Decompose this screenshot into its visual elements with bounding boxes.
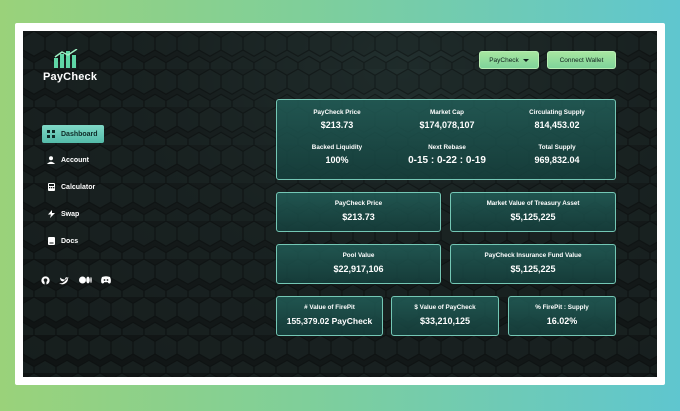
- card-value: $5,125,225: [510, 212, 556, 222]
- card-label: % FirePit : Supply: [535, 304, 589, 311]
- stat-label: PayCheck Price: [313, 109, 361, 116]
- sidebar-item-account[interactable]: Account: [42, 151, 95, 169]
- stat-value: $174,078,107: [419, 120, 475, 130]
- overview-panel: PayCheck Price $213.73 Market Cap $174,0…: [276, 99, 616, 180]
- brand-name: PayCheck: [43, 71, 98, 83]
- paycheck-dropdown-label: PayCheck: [489, 56, 519, 64]
- calculator-icon: [47, 183, 55, 191]
- twitter-icon[interactable]: [59, 275, 69, 285]
- sidebar-item-label: Swap: [61, 210, 80, 218]
- discord-icon[interactable]: [101, 275, 111, 285]
- card-value: $33,210,125: [419, 316, 471, 326]
- card-label: # Value of FirePit: [304, 304, 355, 311]
- next-rebase-countdown: 0-15 : 0-22 : 0-19: [408, 155, 486, 166]
- card-treasury-value: Market Value of Treasury Asset $5,125,22…: [450, 192, 616, 232]
- card-content: PayCheck Insurance Fund Value $5,125,225: [451, 252, 615, 274]
- sidebar-item-label: Calculator: [61, 183, 96, 191]
- stat-value: 100%: [325, 155, 349, 165]
- stat-next-rebase: Next Rebase 0-15 : 0-22 : 0-19: [392, 144, 502, 166]
- card-value: $5,125,225: [510, 264, 556, 274]
- card-content: # Value of FirePit 155,379.02 PayCheck: [277, 304, 382, 326]
- stat-value: 814,453.02: [534, 120, 580, 130]
- sidebar-item-label: Docs: [61, 237, 79, 245]
- sidebar-item-swap[interactable]: Swap: [42, 205, 85, 223]
- card-paycheck-price: PayCheck Price $213.73: [276, 192, 441, 232]
- stat-paycheck-price: PayCheck Price $213.73: [287, 109, 387, 130]
- sidebar-item-calculator[interactable]: Calculator: [42, 178, 101, 196]
- sidebar-item-label: Dashboard: [61, 130, 98, 138]
- sidebar-item-dashboard[interactable]: Dashboard: [42, 125, 104, 143]
- sidebar-item-docs[interactable]: Docs: [42, 232, 84, 250]
- stat-value: 969,832.04: [534, 155, 580, 165]
- user-icon: [47, 156, 55, 164]
- card-content: PayCheck Price $213.73: [277, 200, 440, 222]
- dashboard-icon: [47, 130, 55, 138]
- card-value: $22,917,106: [333, 264, 384, 274]
- connect-wallet-button[interactable]: Connect Wallet: [547, 51, 616, 69]
- card-content: Pool Value $22,917,106: [277, 252, 440, 274]
- logo-mark-icon: [54, 49, 78, 68]
- docs-icon: [47, 237, 55, 245]
- medium-icon[interactable]: [78, 275, 92, 285]
- github-icon[interactable]: [40, 275, 50, 285]
- lightning-icon: [47, 210, 55, 218]
- stat-label: Circulating Supply: [529, 109, 585, 116]
- card-label: PayCheck Insurance Fund Value: [484, 252, 582, 259]
- social-links: [40, 275, 111, 285]
- card-insurance-fund: PayCheck Insurance Fund Value $5,125,225: [450, 244, 616, 284]
- card-content: $ Value of PayCheck $33,210,125: [392, 304, 498, 326]
- stat-label: Market Cap: [430, 109, 464, 116]
- card-label: PayCheck Price: [334, 200, 383, 207]
- stat-market-cap: Market Cap $174,078,107: [397, 109, 497, 130]
- stat-label: Backed Liquidity: [311, 144, 363, 151]
- card-value: 16.02%: [546, 316, 578, 326]
- stat-value: $213.73: [320, 120, 354, 130]
- stat-circulating-supply: Circulating Supply 814,453.02: [507, 109, 607, 130]
- card-content: % FirePit : Supply 16.02%: [509, 304, 615, 326]
- card-label: Market Value of Treasury Asset: [486, 200, 580, 207]
- card-content: Market Value of Treasury Asset $5,125,22…: [451, 200, 615, 222]
- chevron-down-icon: [522, 58, 529, 62]
- card-pool-value: Pool Value $22,917,106: [276, 244, 441, 284]
- stat-label: Next Rebase: [428, 144, 466, 151]
- card-firepit-count: # Value of FirePit 155,379.02 PayCheck: [276, 296, 383, 336]
- card-label: $ Value of PayCheck: [414, 304, 476, 311]
- stat-label: Total Supply: [538, 144, 576, 151]
- app-screen: PayCheck PayCheck Connect Wallet Dashboa…: [23, 31, 657, 377]
- stat-total-supply: Total Supply 969,832.04: [507, 144, 607, 165]
- stat-backed-liquidity: Backed Liquidity 100%: [287, 144, 387, 165]
- card-firepit-supply: % FirePit : Supply 16.02%: [508, 296, 616, 336]
- card-value: 155,379.02 PayCheck: [286, 316, 373, 326]
- sidebar-item-label: Account: [61, 156, 89, 164]
- paycheck-dropdown-button[interactable]: PayCheck: [479, 51, 539, 69]
- card-label: Pool Value: [342, 252, 375, 259]
- card-value: $213.73: [342, 212, 375, 222]
- card-firepit-usd: $ Value of PayCheck $33,210,125: [391, 296, 499, 336]
